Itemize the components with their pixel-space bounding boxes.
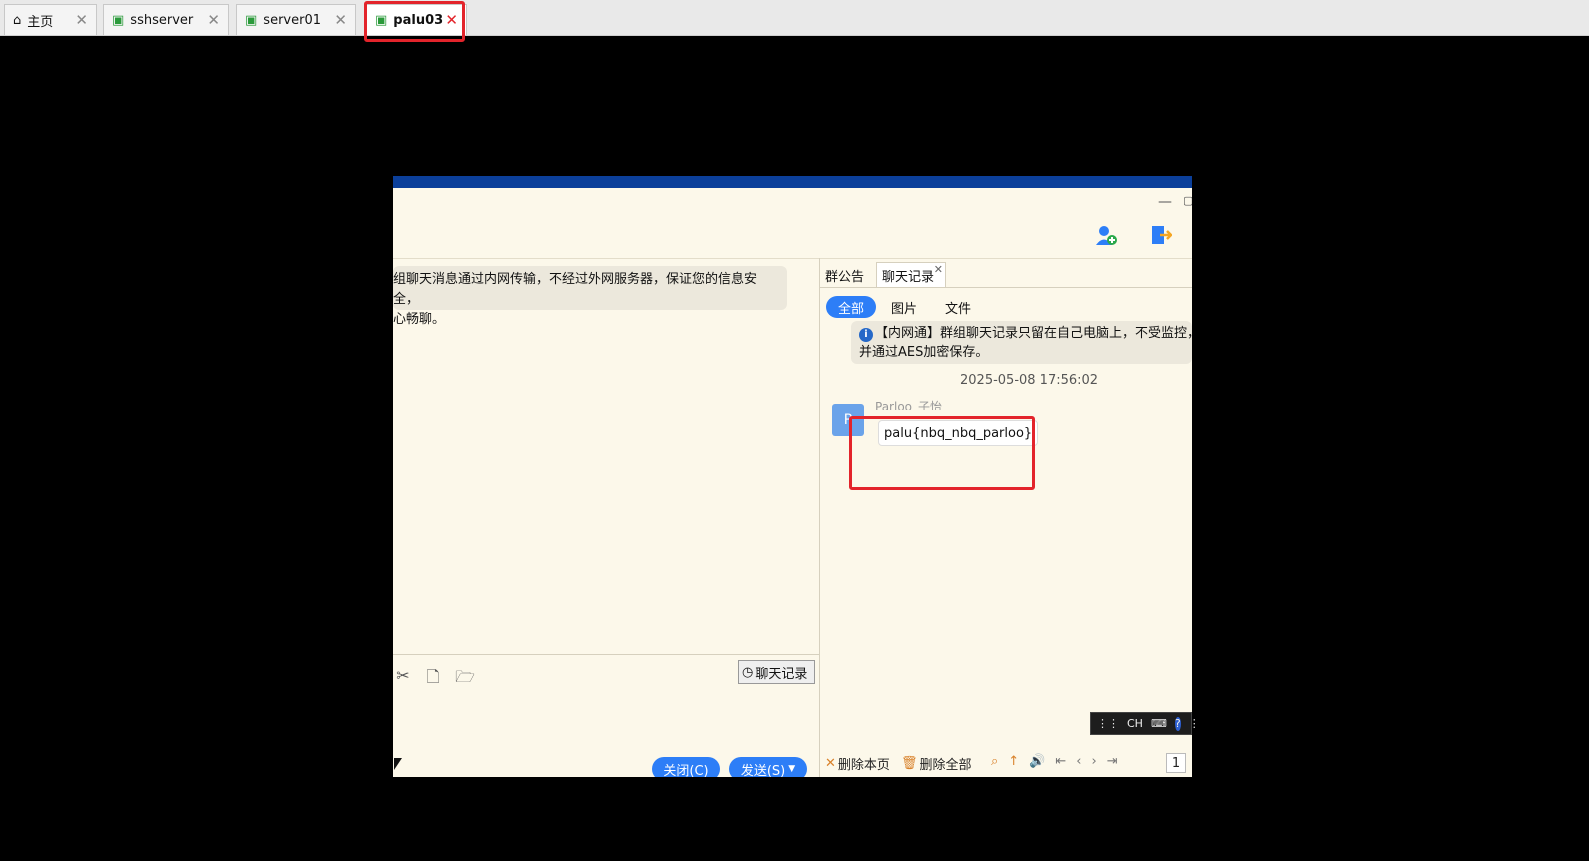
vm-icon: ▣ (245, 12, 258, 28)
tab-bar: ⌂ 主页 ✕ ▣ sshserver ✕ ▣ server01 ✕ ▣ palu… (0, 0, 1589, 36)
highlight-box (364, 1, 465, 42)
delete-page-button[interactable]: ✕ 删除本页 (825, 754, 890, 773)
message-timestamp: 2025-05-08 17:56:02 (960, 373, 1099, 388)
add-user-icon[interactable] (1095, 224, 1117, 246)
tab-server01[interactable]: ▣ server01 ✕ (236, 4, 356, 35)
filter-images[interactable]: 图片 (891, 296, 917, 318)
home-icon: ⌂ (13, 12, 22, 28)
close-icon[interactable]: ✕ (934, 263, 943, 276)
input-separator (393, 654, 819, 655)
keyboard-icon[interactable]: ⌨ (1151, 717, 1167, 730)
prev-page-icon[interactable]: ‹ (1076, 754, 1081, 769)
clock-icon: ◷ (742, 664, 754, 680)
filter-all[interactable]: 全部 (826, 296, 877, 318)
filter-files[interactable]: 文件 (945, 296, 971, 318)
close-button[interactable]: 关闭(C) (652, 757, 720, 777)
vm-icon: ▣ (112, 12, 125, 28)
next-page-icon[interactable]: › (1091, 754, 1096, 769)
system-message: 组聊天消息通过内网传输，不经过外网服务器，保证您的信息安全， 心畅聊。 (393, 266, 787, 327)
maximize-icon[interactable]: ▢ (1183, 194, 1192, 207)
arrow-up-icon[interactable]: ↑ (1008, 754, 1019, 769)
trash-icon: 🗑 (901, 756, 918, 771)
tab-home[interactable]: ⌂ 主页 ✕ (4, 4, 97, 35)
delete-all-button[interactable]: 🗑 删除全部 (901, 754, 972, 773)
panel-splitter[interactable] (819, 258, 820, 777)
exit-group-icon[interactable] (1150, 224, 1172, 246)
info-icon: i (859, 328, 873, 342)
notice-banner: i 【内网通】群组聊天记录只留在自己电脑上，不受监控， 并通过AES加密保存。 (851, 321, 1192, 364)
vm-screen: — ▢ 组聊天消息通过内网传输，不经过外网服务器，保证您的信息安全， 心畅聊。 … (393, 176, 1192, 777)
help-icon[interactable]: ? (1174, 716, 1181, 731)
delete-x-icon: ✕ (825, 756, 836, 771)
chat-history-button[interactable]: ◷ 聊天记录 (738, 660, 815, 684)
tab-chat-history[interactable]: 聊天记录 ✕ (876, 262, 946, 288)
file-icon[interactable]: 🗋 (423, 666, 443, 686)
tab-announcement[interactable]: 群公告 (820, 262, 869, 288)
tab-sshserver[interactable]: ▣ sshserver ✕ (103, 4, 229, 35)
close-icon[interactable]: ✕ (334, 11, 347, 29)
history-toolbar: ⌕ ↑ 🔊 ⇤ ‹ › ⇥ (991, 754, 1118, 769)
tabs-divider (820, 287, 1192, 288)
close-icon[interactable]: ✕ (207, 11, 220, 29)
ime-toolbar[interactable]: ⋮⋮ CH ⌨ ? ⋮ (1090, 712, 1200, 735)
search-icon[interactable]: ⌕ (991, 754, 998, 769)
sender-name: Parloo_子怡 (875, 400, 943, 410)
menu-icon[interactable]: ⋮ (1189, 717, 1200, 730)
send-button[interactable]: 发送(S) ▼ (729, 757, 807, 777)
grip-icon: ⋮⋮ (1097, 717, 1119, 730)
minimize-icon[interactable]: — (1158, 194, 1172, 210)
first-page-icon[interactable]: ⇤ (1055, 754, 1066, 769)
close-icon[interactable]: ✕ (75, 11, 88, 29)
mouse-cursor (394, 758, 402, 770)
folder-icon[interactable]: 🗁 (455, 666, 475, 686)
highlight-box (849, 416, 1035, 490)
header-divider (393, 258, 1192, 259)
page-number-input[interactable]: 1 (1166, 753, 1186, 773)
last-page-icon[interactable]: ⇥ (1107, 754, 1118, 769)
window-titlebar (393, 176, 1192, 188)
speaker-icon[interactable]: 🔊 (1029, 754, 1045, 769)
chevron-down-icon[interactable]: ▼ (788, 764, 795, 774)
scissors-icon[interactable]: ✂ (393, 666, 413, 686)
